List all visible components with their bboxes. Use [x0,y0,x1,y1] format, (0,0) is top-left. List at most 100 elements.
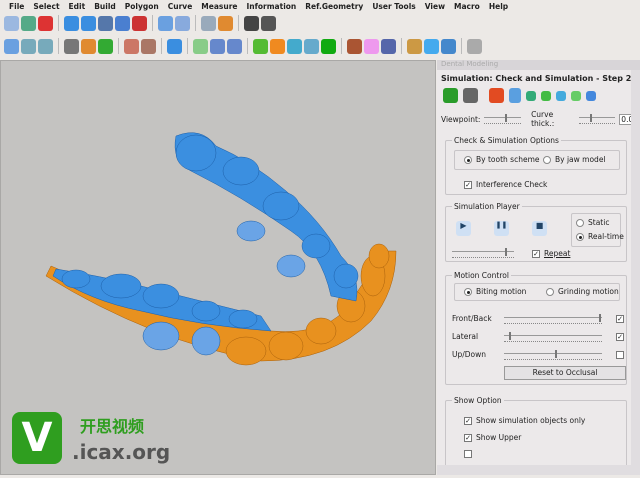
menu-measure[interactable]: Measure [201,2,237,11]
toolbar-tool-icon[interactable] [4,15,19,31]
slider-thumb[interactable] [504,248,507,256]
motion-control-group: Motion Control Biting motion Grinding mo… [445,271,627,385]
back-arrow-icon[interactable] [443,88,458,103]
show-sim-only-checkbox[interactable]: ✓ Show simulation objects only [464,416,585,425]
static-radio[interactable]: Static [576,218,609,227]
toolbar-tool-icon[interactable] [467,38,482,54]
play-icon[interactable]: ▶ [456,221,471,236]
grinding-radio[interactable]: Grinding motion [546,287,619,296]
by-jaw-radio[interactable]: By jaw model [543,155,606,164]
menu-macro[interactable]: Macro [454,2,480,11]
toolbar-tool-icon[interactable] [64,38,79,54]
menu-help[interactable]: Help [489,2,508,11]
toolbar-tool-icon[interactable] [304,38,319,54]
toolbar-tool-icon[interactable] [141,38,156,54]
toolbar-tool-icon[interactable] [321,38,336,54]
menu-build[interactable]: Build [94,2,116,11]
toolbar-separator [247,38,248,54]
slider-thumb[interactable] [554,350,557,358]
toolbar-tool-icon[interactable] [132,15,147,31]
menu-curve[interactable]: Curve [168,2,193,11]
toolbar-tool-icon[interactable] [38,15,53,31]
menu-file[interactable]: File [9,2,24,11]
panel-horizontal-scrollbar[interactable] [437,465,640,475]
group-label: Motion Control [452,271,511,280]
front-back-slider[interactable] [504,314,602,324]
front-back-checkbox[interactable]: ✓ [616,315,624,323]
interference-checkbox[interactable]: ✓ Interference Check [464,180,547,189]
toolbar-tool-icon[interactable] [424,38,439,54]
toolbar-tool-icon[interactable] [81,15,96,31]
toolbar-tool-icon[interactable] [201,15,216,31]
toolbar-tool-icon[interactable] [124,38,139,54]
toolbar-tool-icon[interactable] [193,38,208,54]
curve-thick-slider[interactable] [578,114,616,124]
tooth-icon[interactable] [556,90,566,101]
menu-bar: File Select Edit Build Polygon Curve Measure In… [0,0,640,12]
menu-ref-geometry[interactable]: Ref.Geometry [305,2,363,11]
reset-occlusal-button[interactable]: Reset to Occlusal [504,366,626,380]
menu-edit[interactable]: Edit [69,2,86,11]
toolbar-tool-icon[interactable] [227,38,242,54]
viewpoint-slider[interactable] [484,114,522,124]
slider-thumb[interactable] [508,332,511,340]
toolbar-tool-icon[interactable] [218,15,233,31]
toolbar-tool-icon[interactable] [381,38,396,54]
toolbar-tool-icon[interactable] [38,38,53,54]
toolbar-tool-icon[interactable] [347,38,362,54]
menu-polygon[interactable]: Polygon [125,2,159,11]
power-icon[interactable] [489,88,504,103]
stop-icon[interactable]: ■ [532,221,547,236]
lateral-slider[interactable] [504,332,602,342]
toolbar-tool-icon[interactable] [158,15,173,31]
next-arrow-icon[interactable] [463,88,478,103]
toolbar-tool-icon[interactable] [81,38,96,54]
toolbar-tool-icon[interactable] [441,38,456,54]
toolbar-tool-icon[interactable] [64,15,79,31]
toolbar-tool-icon[interactable] [270,38,285,54]
menu-view[interactable]: View [425,2,445,11]
toolbar-tool-icon[interactable] [210,38,225,54]
slider-thumb[interactable] [589,114,592,122]
toolbar-tool-icon[interactable] [253,38,268,54]
toolbar-tool-icon[interactable] [21,15,36,31]
pause-icon[interactable]: ❚❚ [494,221,509,236]
rotate-icon[interactable] [541,90,551,101]
biting-radio[interactable]: Biting motion [464,287,526,296]
swap-icon[interactable] [571,90,581,101]
toolbar-tool-icon[interactable] [98,15,113,31]
toolbar-tool-icon[interactable] [175,15,190,31]
toolbar-tool-icon[interactable] [115,15,130,31]
by-tooth-radio[interactable]: By tooth scheme [464,155,539,164]
up-down-checkbox[interactable] [616,351,624,359]
show-upper-checkbox[interactable]: ✓ Show Upper [464,433,521,442]
toolbar-tool-icon[interactable] [364,38,379,54]
repeat-checkbox[interactable]: ✓ Repeat [532,249,570,258]
toolbar-tool-icon[interactable] [287,38,302,54]
slider-thumb[interactable] [504,114,507,122]
toolbar-tool-icon[interactable] [261,15,276,31]
up-down-slider[interactable] [504,350,602,360]
viewpoint-label: Viewpoint: [441,114,481,124]
realtime-radio[interactable]: Real-time [576,232,624,241]
player-progress-slider[interactable] [452,248,514,258]
undo-icon[interactable] [509,88,521,103]
menu-information[interactable]: Information [247,2,297,11]
menu-select[interactable]: Select [33,2,59,11]
toolbar-tool-icon[interactable] [21,38,36,54]
toolbar-tool-icon[interactable] [407,38,422,54]
view-icon[interactable] [526,90,536,101]
hidden-option-checkbox[interactable] [464,450,472,458]
menu-user-tools[interactable]: User Tools [372,2,415,11]
jaw-icon[interactable] [586,90,596,101]
lateral-checkbox[interactable]: ✓ [616,333,624,341]
slider-thumb[interactable] [599,314,602,322]
3d-viewport[interactable] [0,60,436,475]
toolbar-secondary [0,36,482,56]
toolbar-separator [401,38,402,54]
toolbar-tool-icon[interactable] [4,38,19,54]
toolbar-tool-icon[interactable] [167,38,182,54]
panel-vertical-scrollbar[interactable] [631,70,640,465]
toolbar-tool-icon[interactable] [244,15,259,31]
toolbar-tool-icon[interactable] [98,38,113,54]
